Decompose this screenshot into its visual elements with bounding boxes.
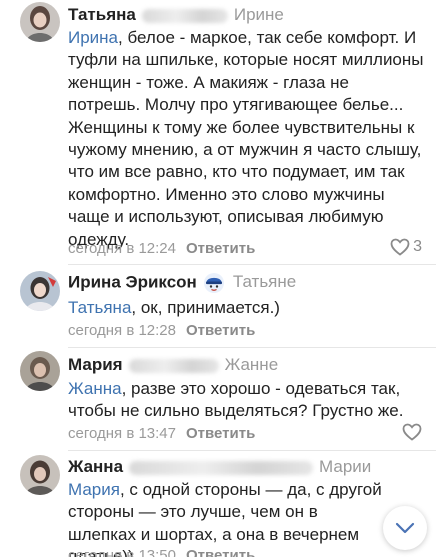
mention-link[interactable]: Мария — [68, 480, 120, 499]
mention-link[interactable]: Ирина — [68, 28, 118, 47]
comment-text: Мария, с одной стороны — да, с другой ст… — [68, 479, 390, 557]
mention-link[interactable]: Татьяна — [68, 298, 131, 317]
blurred-surname — [128, 358, 219, 373]
like-count: 3 — [413, 238, 422, 255]
reply-button[interactable]: Ответить — [186, 425, 255, 442]
reply-button[interactable]: Ответить — [186, 240, 255, 257]
chevron-down-icon — [395, 522, 415, 534]
author-name[interactable]: Ирина Эриксон — [68, 272, 197, 291]
avatar[interactable] — [20, 2, 60, 42]
comment-time: сегодня в 12:28 — [68, 322, 176, 339]
mention-link[interactable]: Жанна — [68, 379, 122, 398]
blue-cap-badge-icon — [203, 272, 225, 294]
reply-button[interactable]: Ответить — [186, 547, 255, 557]
comment-time: сегодня в 13:47 — [68, 425, 176, 442]
comment-text: Жанна, разве это хорошо - одеваться так,… — [68, 378, 424, 423]
avatar[interactable] — [20, 351, 60, 391]
blurred-surname — [141, 8, 228, 23]
reply-to-name[interactable]: Татьяне — [233, 272, 296, 291]
comment-meta: сегодня в 12:24 Ответить — [68, 240, 255, 257]
like-button[interactable]: 3 — [390, 238, 422, 256]
reply-button[interactable]: Ответить — [186, 322, 255, 339]
blurred-surname — [129, 460, 314, 475]
comment-meta: сегодня в 13:50 Ответить — [68, 547, 255, 557]
heart-outline-icon — [390, 238, 410, 256]
comment-body: , белое - маркое, так себе комфорт. И ту… — [68, 28, 424, 249]
author-name[interactable]: Жанна — [68, 457, 123, 476]
like-button[interactable] — [402, 423, 422, 441]
comment-author-line: Татьяна Ирине — [68, 5, 284, 25]
comment-author-line: Ирина Эриксон Татьяне — [68, 272, 296, 294]
comment-body: , ок, принимается.) — [131, 298, 280, 317]
comment-text: Татьяна, ок, принимается.) — [68, 297, 424, 319]
avatar[interactable] — [20, 455, 60, 495]
comment-meta: сегодня в 13:47 Ответить — [68, 425, 255, 442]
comment-time: сегодня в 12:24 — [68, 240, 176, 257]
comment-author-line: Жанна Марии — [68, 457, 371, 477]
reply-to-name[interactable]: Марии — [319, 457, 371, 476]
scroll-down-button[interactable] — [383, 506, 427, 550]
comment-meta: сегодня в 12:28 Ответить — [68, 322, 255, 339]
divider — [68, 347, 436, 348]
comment-time: сегодня в 13:50 — [68, 547, 176, 557]
divider — [68, 264, 436, 265]
author-name[interactable]: Татьяна — [68, 5, 136, 24]
reply-to-name[interactable]: Ирине — [234, 5, 284, 24]
comment-text: Ирина, белое - маркое, так себе комфорт.… — [68, 27, 424, 251]
heart-outline-icon — [402, 423, 422, 441]
avatar[interactable] — [20, 271, 60, 311]
comment-author-line: Мария Жанне — [68, 355, 278, 375]
divider — [68, 450, 436, 451]
reply-to-name[interactable]: Жанне — [225, 355, 279, 374]
author-name[interactable]: Мария — [68, 355, 123, 374]
